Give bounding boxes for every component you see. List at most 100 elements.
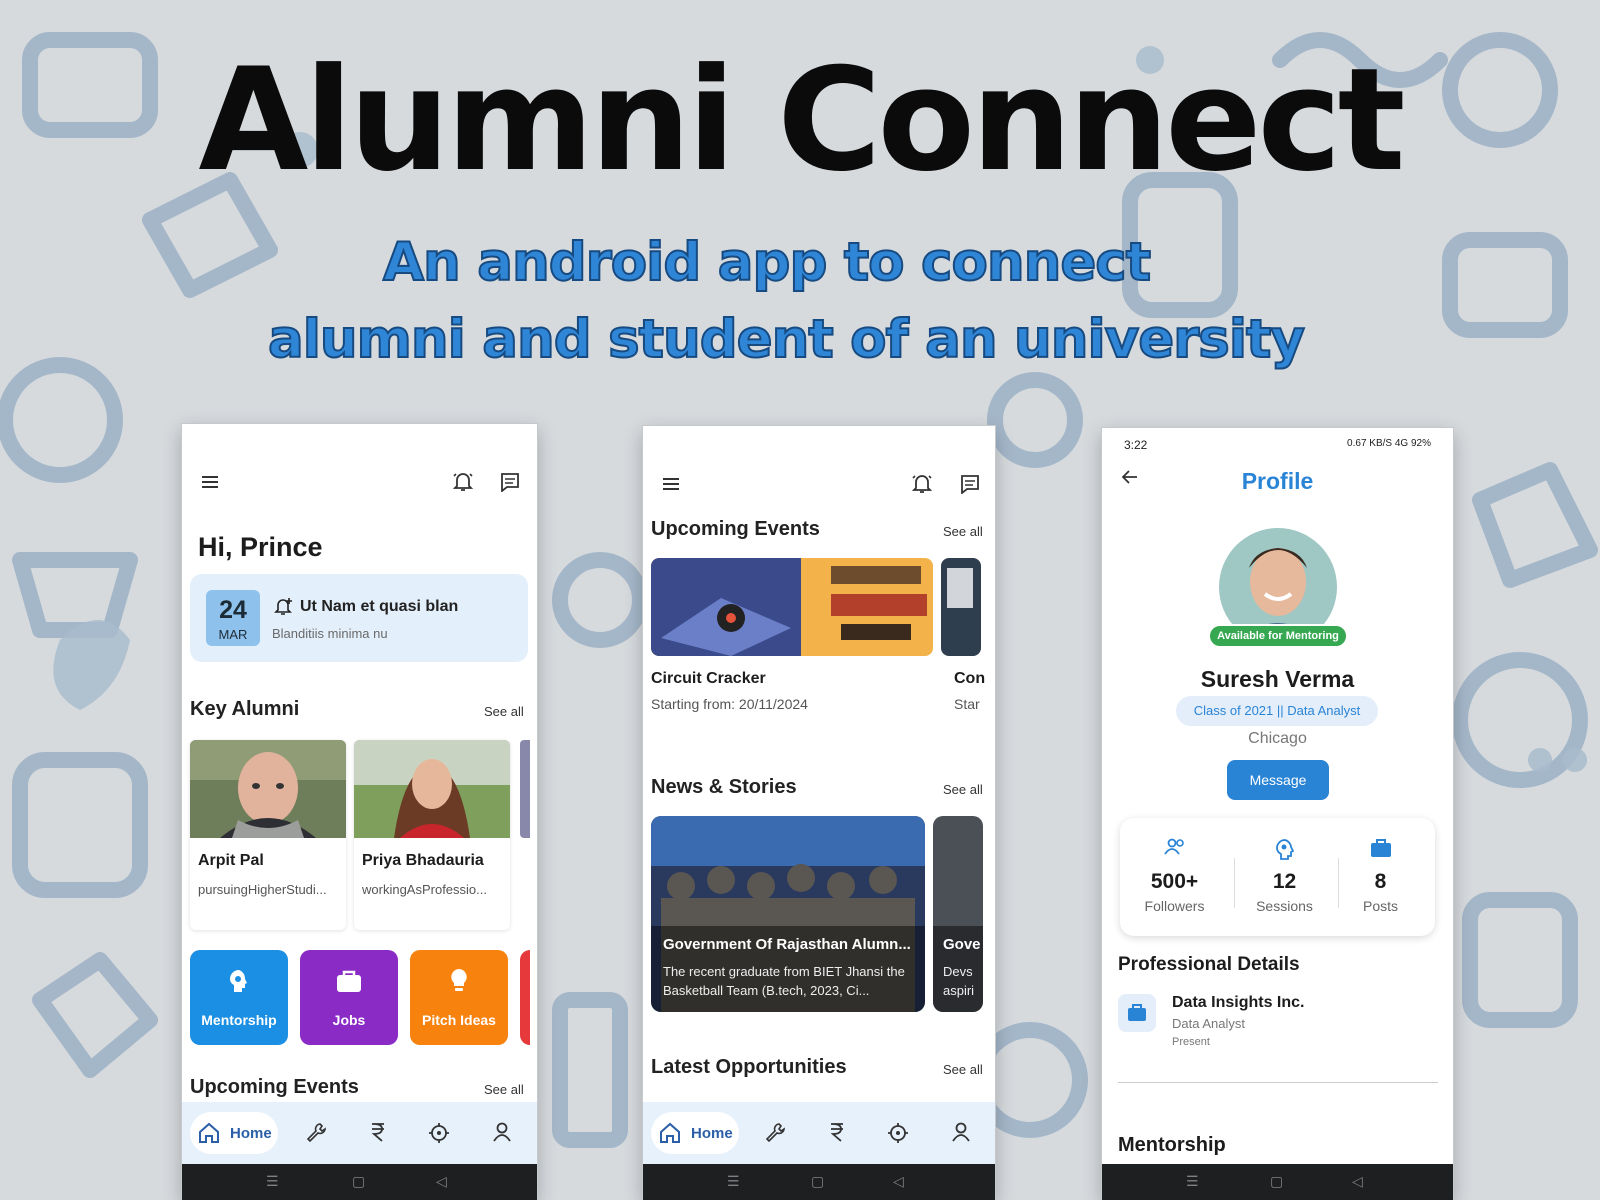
upcoming-events-heading: Upcoming Events <box>651 518 820 540</box>
pitch-ideas-tile-label: Pitch Ideas <box>422 1012 496 1028</box>
phone-profile-screen: 3:22 0.67 KB/S 4G 92% Profile Available … <box>1102 428 1453 1200</box>
settings-icon[interactable] <box>887 1122 909 1144</box>
profile-city: Chicago <box>1248 730 1307 747</box>
alumni-photo-1 <box>190 740 346 838</box>
stat-followers-value: 500+ <box>1150 870 1199 893</box>
recent-apps-icon[interactable]: ☰ <box>727 1173 740 1190</box>
status-time: 3:22 <box>1124 438 1148 452</box>
mentorship-tile[interactable]: Mentorship <box>190 950 288 1045</box>
event-day: 24 <box>219 596 247 624</box>
news-desc-1: The recent graduate from BIET Jhansi the… <box>663 964 905 998</box>
job-role: Data Analyst <box>1172 1016 1245 1031</box>
news-title-2: Gove <box>943 936 981 953</box>
upcoming-events-see-all-link[interactable]: See all <box>943 524 983 539</box>
stat-followers-label: Followers <box>1144 898 1205 914</box>
person-icon[interactable] <box>492 1122 512 1142</box>
event-image-2-peek[interactable] <box>941 558 981 656</box>
mentoring-status-badge: Available for Mentoring <box>1208 624 1348 648</box>
alumni-name-2: Priya Bhadauria <box>362 852 484 869</box>
latest-opportunities-heading: Latest Opportunities <box>651 1056 847 1078</box>
stat-posts-label: Posts <box>1362 898 1398 914</box>
news-card-2-peek[interactable]: Gove Devs aspiri <box>933 816 983 1012</box>
stat-posts-value: 8 <box>1374 870 1387 893</box>
lightbulb-icon <box>451 969 467 991</box>
professional-details-heading: Professional Details <box>1118 954 1300 975</box>
event-name-2: Con <box>954 670 986 687</box>
event-month: MAR <box>218 627 248 642</box>
section-divider <box>1118 1082 1438 1083</box>
stat-posts[interactable]: 8 Posts <box>1328 818 1433 936</box>
latest-opportunities-see-all-link[interactable]: See all <box>943 1062 983 1077</box>
chat-icon[interactable] <box>500 472 520 492</box>
bottom-nav-bar: Home <box>182 1102 537 1164</box>
home-icon <box>660 1122 680 1143</box>
back-system-icon[interactable]: ◁ <box>1352 1173 1363 1190</box>
stat-sessions[interactable]: 12 Sessions <box>1232 818 1337 936</box>
banner-title: Alumni Connect <box>198 38 1405 203</box>
upcoming-events-see-all-link[interactable]: See all <box>484 1082 524 1097</box>
bell-icon[interactable] <box>911 472 933 494</box>
home-system-icon[interactable]: ▢ <box>352 1173 365 1190</box>
news-stories-see-all-link[interactable]: See all <box>943 782 983 797</box>
event-name-1: Circuit Cracker <box>651 670 766 687</box>
alumni-name-1: Arpit Pal <box>198 852 264 869</box>
alumni-card-2[interactable]: Priya Bhadauria workingAsProfessio... <box>354 740 510 930</box>
bottom-nav-bar: Home <box>643 1102 995 1164</box>
recent-apps-icon[interactable]: ☰ <box>266 1173 279 1190</box>
wrench-icon[interactable] <box>306 1122 326 1142</box>
rupee-icon[interactable] <box>829 1122 845 1142</box>
mentorship-heading: Mentorship <box>1118 1134 1226 1156</box>
job-company: Data Insights Inc. <box>1172 994 1305 1011</box>
nav-home-label: Home <box>230 1125 272 1142</box>
nav-home-tab[interactable]: Home <box>651 1112 739 1154</box>
rupee-icon[interactable] <box>370 1122 386 1142</box>
briefcase-icon <box>337 970 361 992</box>
pitch-ideas-tile[interactable]: Pitch Ideas <box>410 950 508 1045</box>
page-title: Profile <box>1241 468 1314 494</box>
phone-home-screen: Hi, Prince 24 MAR Ut Nam et quasi blan B… <box>182 424 537 1200</box>
event-date-box: 24 MAR <box>206 590 260 646</box>
bell-plus-icon <box>274 598 292 615</box>
stat-sessions-value: 12 <box>1272 870 1297 893</box>
event-reminder-card[interactable]: 24 MAR Ut Nam et quasi blan Blanditiis m… <box>190 574 528 662</box>
people-icon <box>1164 838 1184 855</box>
event-title: Ut Nam et quasi blan <box>300 598 459 615</box>
event-date-1: Starting from: 20/11/2024 <box>651 696 808 712</box>
alumni-photo-2 <box>354 740 510 838</box>
key-alumni-see-all-link[interactable]: See all <box>484 704 524 719</box>
banner-subtitle-line1: An android app to connect <box>382 232 1152 293</box>
home-icon <box>199 1122 219 1143</box>
event-date-2: Star <box>954 696 980 712</box>
home-system-icon[interactable]: ▢ <box>811 1173 824 1190</box>
person-icon[interactable] <box>951 1122 971 1142</box>
alumni-card-1[interactable]: Arpit Pal pursuingHigherStudi... <box>190 740 346 930</box>
top-app-bar <box>643 462 995 506</box>
menu-icon[interactable] <box>663 478 679 490</box>
phone-feed-screen: Upcoming Events See all Circuit Cracker … <box>643 426 995 1200</box>
profile-stats-card: 500+ Followers 12 Sessions 8 Posts <box>1120 818 1435 936</box>
recent-apps-icon[interactable]: ☰ <box>1186 1173 1199 1190</box>
alumni-card-3-peek <box>520 740 530 838</box>
system-nav-bar: ☰ ▢ ◁ <box>643 1164 995 1200</box>
jobs-tile[interactable]: Jobs <box>300 950 398 1045</box>
event-image-circuit-cracker[interactable] <box>651 558 933 656</box>
event-subtitle: Blanditiis minima nu <box>272 626 388 641</box>
nav-home-tab[interactable]: Home <box>190 1112 278 1154</box>
mentor-head-icon <box>1276 839 1295 860</box>
tile-4-peek <box>520 950 530 1045</box>
back-system-icon[interactable]: ◁ <box>893 1173 904 1190</box>
news-stories-heading: News & Stories <box>651 776 797 798</box>
message-button[interactable]: Message <box>1227 760 1329 800</box>
wrench-icon[interactable] <box>765 1122 785 1142</box>
stat-followers[interactable]: 500+ Followers <box>1122 818 1227 936</box>
menu-icon[interactable] <box>202 476 218 488</box>
home-system-icon[interactable]: ▢ <box>1270 1173 1283 1190</box>
jobs-tile-label: Jobs <box>332 1012 366 1028</box>
news-card-1[interactable]: Government Of Rajasthan Alumn... The rec… <box>651 816 925 1012</box>
settings-icon[interactable] <box>428 1122 450 1144</box>
nav-home-label: Home <box>691 1125 733 1142</box>
bell-icon[interactable] <box>452 470 474 492</box>
chat-icon[interactable] <box>960 474 980 494</box>
back-system-icon[interactable]: ◁ <box>436 1173 447 1190</box>
system-nav-bar: ☰ ▢ ◁ <box>1102 1164 1453 1200</box>
